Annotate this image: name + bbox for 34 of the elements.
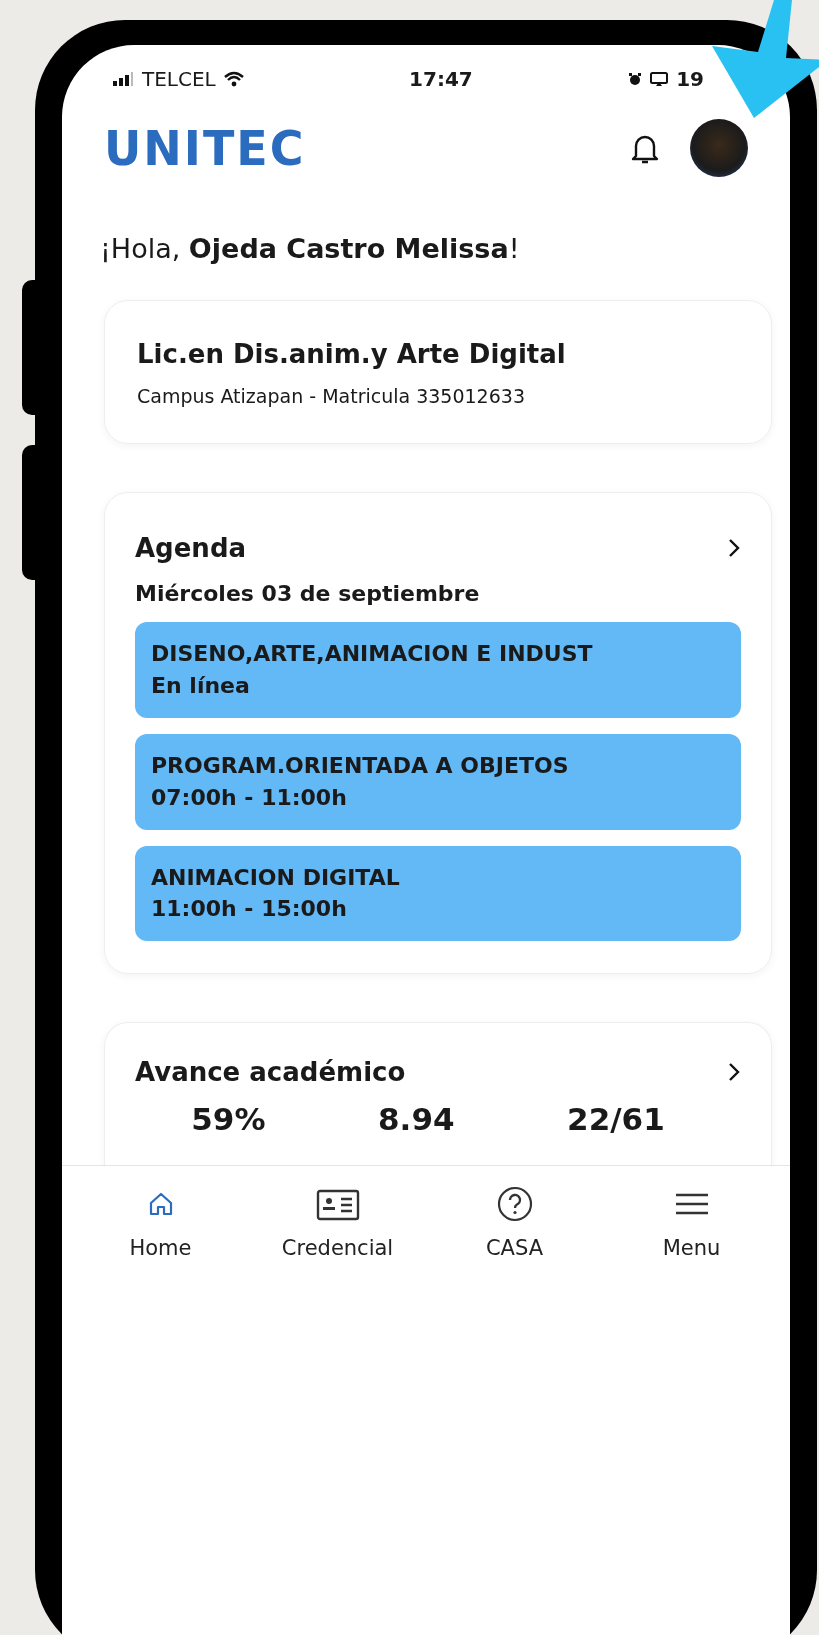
alarm-icon	[628, 72, 643, 86]
agenda-date: Miércoles 03 de septiembre	[135, 581, 481, 606]
greeting: ¡Hola, Ojeda Castro Melissa!	[99, 232, 521, 264]
event-detail: 07:00h - 11:00h	[151, 783, 348, 812]
help-icon	[496, 1186, 533, 1223]
nav-tab[interactable]: CASA	[434, 1186, 595, 1261]
carrier-name: TELCEL	[142, 67, 216, 91]
progress-stat: 22/61	[567, 1101, 665, 1138]
event-name: PROGRAM.ORIENTADA A OBJETOS	[151, 751, 570, 780]
battery-level: 19	[676, 67, 704, 91]
screen-mirror-icon	[650, 72, 669, 86]
event-detail: En línea	[151, 671, 251, 700]
event-name: ANIMACION DIGITAL	[151, 863, 401, 892]
event-detail: 11:00h - 15:00h	[151, 895, 348, 924]
status-time: 17:47	[409, 67, 473, 91]
progress-title: Avance académico	[135, 1057, 406, 1088]
agenda-title: Agenda	[135, 533, 247, 563]
nav-tab[interactable]: Menu	[611, 1186, 772, 1261]
wifi-icon	[223, 71, 244, 87]
agenda-event[interactable]: DISENO,ARTE,ANIMACION E INDUST En línea	[135, 622, 741, 718]
agenda-event[interactable]: PROGRAM.ORIENTADA A OBJETOS 07:00h - 11:00h	[135, 733, 741, 830]
avatar[interactable]	[690, 119, 748, 177]
progress-stat: 59%	[191, 1101, 266, 1138]
progress-stat: 8.94	[378, 1101, 455, 1138]
logo: UNITEC	[104, 119, 306, 177]
nav-tab[interactable]: Credencial	[257, 1186, 418, 1261]
program-card[interactable]: Lic.en Dis.anim.y Arte Digital Campus Atizapan - Matricula 335012633	[104, 300, 772, 444]
program-title: Lic.en Dis.anim.y Arte Digital	[137, 339, 567, 369]
agenda-event[interactable]: ANIMACION DIGITAL 11:00h - 15:00h	[135, 845, 741, 942]
signal-icon	[112, 72, 134, 86]
event-name: DISENO,ARTE,ANIMACION E INDUST	[151, 640, 594, 668]
nav-tab[interactable]: Home	[80, 1186, 241, 1261]
program-subtitle: Campus Atizapan - Matricula 335012633	[137, 385, 526, 407]
chevron-right-icon[interactable]	[727, 537, 741, 559]
